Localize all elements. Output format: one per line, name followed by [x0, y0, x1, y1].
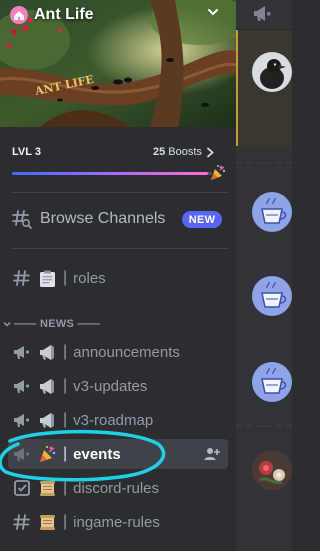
boost-progress-fill — [12, 172, 208, 175]
rules-channel-icon — [14, 480, 30, 496]
text-channel-icon — [13, 270, 30, 286]
channel-separator: | — [63, 269, 68, 286]
channel-v3-roadmap[interactable]: | v3-roadmap — [8, 405, 228, 435]
server-home-icon — [10, 6, 28, 24]
boost-count-number: 25 — [153, 146, 166, 158]
channel-name: announcements — [73, 343, 180, 361]
announcement-channel-icon — [14, 346, 29, 359]
crow-avatar-icon — [252, 52, 292, 92]
boost-level-label: LVL 3 — [12, 146, 41, 158]
channel-sidebar: ANT LIFE Ant Life LVL 3 25 Boosts Browse… — [0, 0, 236, 551]
avatar[interactable] — [252, 276, 292, 316]
new-badge: NEW — [182, 211, 222, 228]
teacup-avatar-icon — [252, 276, 292, 316]
channel-separator: | — [63, 411, 68, 428]
divider — [12, 192, 228, 193]
teacup-avatar-icon — [252, 362, 292, 402]
browse-channels-icon — [12, 210, 32, 229]
channel-name: events — [73, 445, 121, 463]
avatar[interactable] — [252, 362, 292, 402]
channel-roles[interactable]: | roles — [8, 263, 228, 293]
chat-topbar — [236, 0, 292, 30]
boost-count-suffix: Boosts — [165, 146, 202, 158]
channel-separator: | — [63, 377, 68, 394]
avatar[interactable] — [252, 52, 292, 92]
channel-v3-updates[interactable]: | v3-updates — [8, 371, 228, 401]
text-channel-icon — [13, 514, 30, 530]
channel-separator: | — [63, 513, 68, 530]
chevron-right-icon — [207, 147, 214, 158]
channel-events[interactable]: | events — [8, 439, 228, 469]
loudspeaker-icon — [40, 378, 54, 394]
channel-name: v3-roadmap — [73, 411, 154, 429]
teacup-avatar-icon — [252, 192, 292, 232]
message-highlight-bar — [236, 30, 238, 146]
server-name: Ant Life — [34, 6, 94, 23]
channel-name: roles — [73, 269, 106, 287]
announcement-channel-icon — [254, 6, 271, 21]
avatar[interactable] — [252, 450, 292, 490]
boost-progress-bar — [12, 172, 212, 175]
party-popper-icon — [40, 445, 56, 462]
add-member-icon[interactable] — [204, 446, 220, 462]
category-news[interactable]: —— NEWS —— — [2, 316, 100, 332]
scroll-icon — [40, 480, 55, 496]
divider — [12, 248, 228, 249]
clipboard-icon — [40, 270, 55, 287]
message-divider — [236, 425, 292, 427]
boost-count[interactable]: 25 Boosts — [153, 146, 202, 158]
boost-progress-panel[interactable] — [0, 127, 236, 191]
channel-discord-rules[interactable]: | discord-rules — [8, 473, 228, 503]
browse-channels-button[interactable]: Browse Channels NEW — [8, 204, 228, 234]
loudspeaker-icon — [40, 344, 54, 360]
chevron-down-icon — [3, 321, 11, 327]
scroll-icon — [40, 514, 55, 530]
announcement-channel-icon — [14, 448, 29, 461]
flower-avatar-icon — [252, 450, 292, 490]
channel-ingame-rules[interactable]: | ingame-rules — [8, 507, 228, 537]
message-divider — [236, 162, 292, 164]
channel-name: discord-rules — [73, 479, 160, 497]
party-popper-icon — [211, 165, 226, 180]
server-banner[interactable]: ANT LIFE Ant Life — [0, 0, 236, 127]
channel-name: v3-updates — [73, 377, 148, 395]
loudspeaker-icon — [40, 412, 54, 428]
chat-area — [236, 0, 292, 551]
channel-separator: | — [63, 479, 68, 496]
channel-name: ingame-rules — [73, 513, 160, 531]
avatar[interactable] — [252, 192, 292, 232]
browse-channels-label: Browse Channels — [40, 210, 166, 227]
channel-separator: | — [63, 445, 68, 462]
announcement-channel-icon — [14, 380, 29, 393]
channel-announcements[interactable]: | announcements — [8, 337, 228, 367]
server-header[interactable]: Ant Life — [0, 0, 236, 30]
announcement-channel-icon — [14, 414, 29, 427]
category-label: —— NEWS —— — [14, 318, 101, 330]
channel-separator: | — [63, 343, 68, 360]
chevron-down-icon[interactable] — [206, 5, 220, 19]
